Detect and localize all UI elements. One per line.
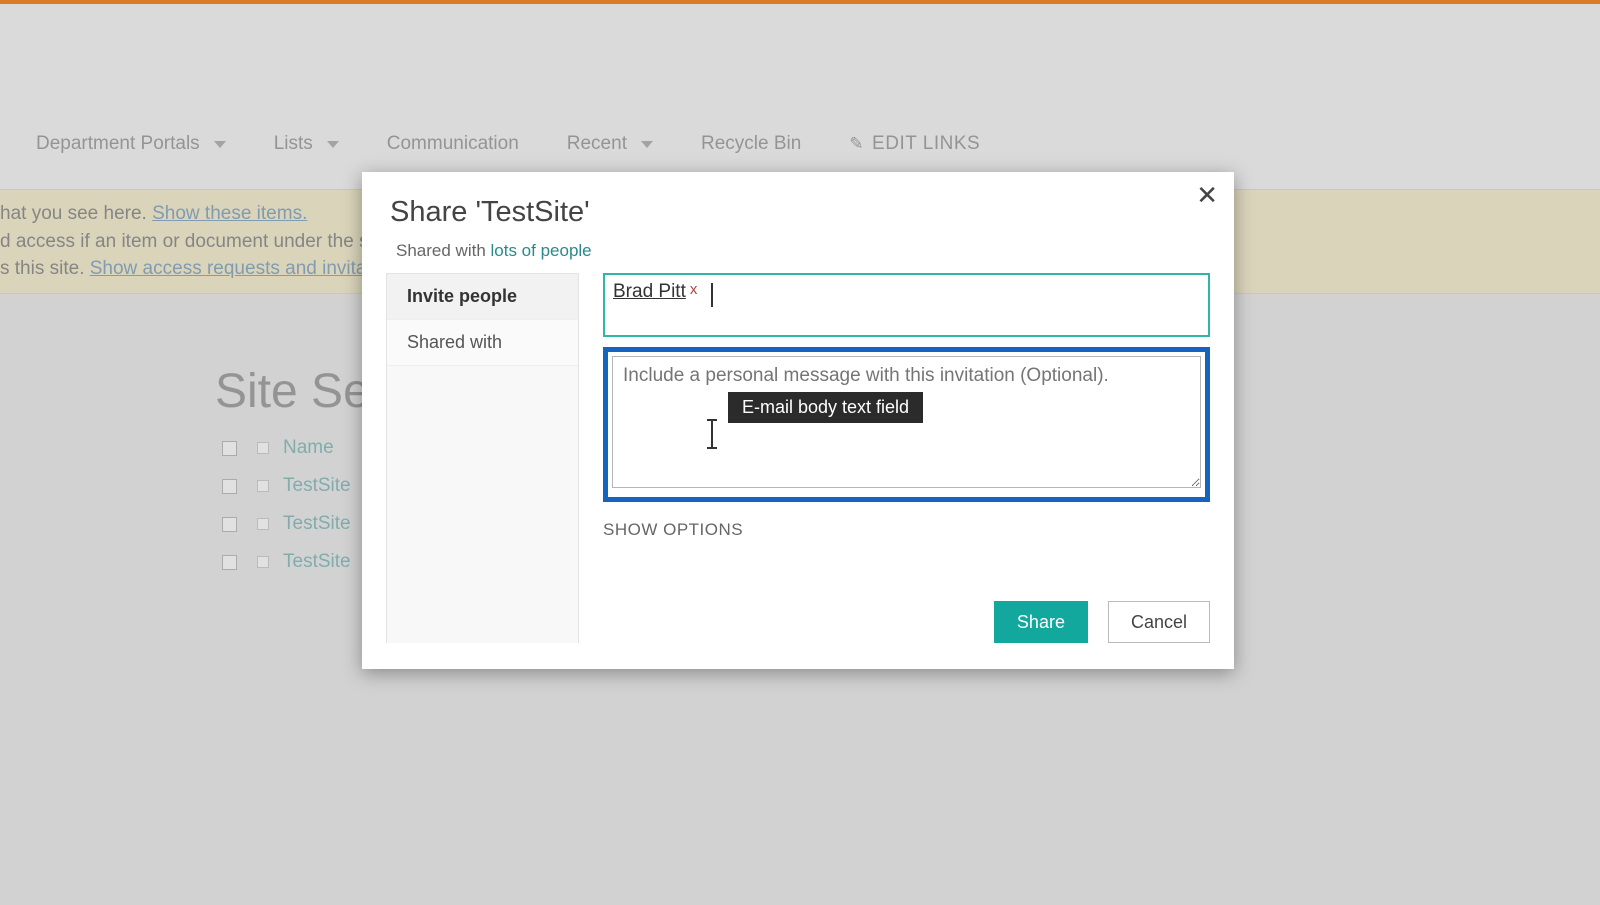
text-caret xyxy=(711,283,713,307)
dialog-body: Invite people Shared with Brad Pitt x E-… xyxy=(362,273,1234,669)
text-cursor-icon xyxy=(711,420,713,448)
tab-invite-people[interactable]: Invite people xyxy=(387,274,578,320)
people-picker-input[interactable]: Brad Pitt x xyxy=(603,273,1210,337)
dialog-tabs: Invite people Shared with xyxy=(386,273,578,643)
dialog-subtitle: Shared with lots of people xyxy=(362,233,1234,273)
shared-with-link[interactable]: lots of people xyxy=(491,241,592,260)
share-dialog: ✕ Share 'TestSite' Shared with lots of p… xyxy=(362,172,1234,669)
tab-shared-with[interactable]: Shared with xyxy=(387,320,578,366)
cancel-button[interactable]: Cancel xyxy=(1108,601,1210,643)
close-icon[interactable]: ✕ xyxy=(1196,182,1218,208)
invite-panel: Brad Pitt x E-mail body text field SHOW … xyxy=(578,273,1210,643)
share-button[interactable]: Share xyxy=(994,601,1088,643)
remove-person-icon[interactable]: x xyxy=(690,281,698,298)
show-options-toggle[interactable]: SHOW OPTIONS xyxy=(603,520,1210,540)
dialog-title: Share 'TestSite' xyxy=(362,172,1234,233)
dialog-buttons: Share Cancel xyxy=(994,601,1210,643)
tooltip: E-mail body text field xyxy=(728,392,923,423)
page: Department Portals Lists Communication R… xyxy=(0,4,1600,905)
person-chip[interactable]: Brad Pitt xyxy=(613,281,686,303)
shared-with-prefix: Shared with xyxy=(396,241,491,260)
message-field-highlight: E-mail body text field xyxy=(603,347,1210,502)
